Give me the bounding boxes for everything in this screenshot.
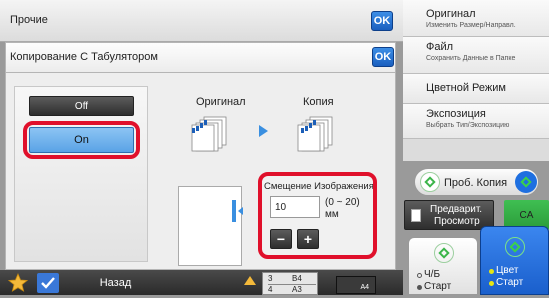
exposure-main: Экспозиция bbox=[426, 108, 486, 120]
preview-button[interactable]: Предварит. Просмотр bbox=[404, 200, 494, 230]
copy-stack-icon bbox=[292, 113, 344, 153]
off-button[interactable]: Off bbox=[29, 96, 134, 116]
exposure-sub: Выбрать Тип/Экспозицию bbox=[426, 122, 510, 129]
preview-line2: Просмотр bbox=[434, 216, 480, 227]
tray-number: 3 bbox=[268, 274, 273, 283]
proof-copy-label: Проб. Копия bbox=[444, 177, 508, 189]
original-stack-icon bbox=[186, 113, 238, 153]
file-sub: Сохранить Данные в Папке bbox=[426, 55, 516, 62]
right-item-original[interactable]: Оригинал Изменить Размер/Направл. bbox=[403, 0, 549, 37]
preview-icon bbox=[411, 209, 421, 222]
shift-margin-icon bbox=[232, 200, 244, 222]
shift-highlight-frame bbox=[258, 172, 377, 259]
shift-preview-page bbox=[178, 186, 242, 266]
proof-copy-button[interactable]: Проб. Копия bbox=[414, 168, 539, 196]
paper-size-label: A4 bbox=[360, 284, 369, 291]
top-title-bar: Прочие bbox=[0, 0, 403, 42]
preview-line1: Предварит. bbox=[430, 204, 483, 215]
bw-dot2-icon bbox=[417, 285, 422, 290]
color-line2: Старт bbox=[496, 277, 524, 288]
off-label: Off bbox=[74, 100, 89, 112]
tray-size: B4 bbox=[292, 274, 302, 283]
dialog-ok-button[interactable]: OK bbox=[372, 47, 394, 67]
right-item-color-mode[interactable]: Цветной Режим bbox=[403, 74, 549, 104]
proof-copy-color-icon bbox=[515, 171, 537, 193]
bw-dot-icon bbox=[417, 273, 422, 278]
right-item-exposure[interactable]: Экспозиция Выбрать Тип/Экспозицию bbox=[403, 104, 549, 139]
bw-line2: Старт bbox=[424, 281, 452, 292]
copy-label: Копия bbox=[303, 96, 334, 108]
favorite-star-icon[interactable] bbox=[7, 272, 29, 293]
original-label: Оригинал bbox=[196, 96, 246, 108]
color-mode-main: Цветной Режим bbox=[426, 82, 506, 94]
top-ok-button[interactable]: OK bbox=[371, 11, 393, 31]
tray-row: 4 A3 bbox=[268, 284, 316, 294]
bw-start-icon bbox=[434, 243, 454, 263]
proof-copy-start-icon bbox=[420, 172, 440, 192]
color-start-icon bbox=[505, 237, 525, 257]
page-title: Прочие bbox=[10, 14, 48, 26]
dialog-header: Копирование С Табулятором bbox=[5, 42, 396, 72]
color-line1: Цвет bbox=[496, 265, 519, 276]
checkmark-icon[interactable] bbox=[37, 273, 59, 293]
tray-row: 3 B4 bbox=[268, 274, 316, 283]
tray-list: 3 B4 4 A3 bbox=[262, 272, 318, 295]
file-main: Файл bbox=[426, 41, 454, 53]
back-label: Назад bbox=[99, 277, 132, 289]
bw-start-button[interactable]: Ч/Б Старт bbox=[408, 237, 478, 295]
dialog-title: Копирование С Табулятором bbox=[10, 51, 158, 63]
bw-line1: Ч/Б bbox=[424, 269, 441, 280]
color-dot2-icon bbox=[489, 281, 494, 286]
original-sub: Изменить Размер/Направл. bbox=[426, 22, 516, 29]
arrow-right-icon bbox=[259, 125, 268, 137]
tray-number: 4 bbox=[268, 285, 273, 294]
color-start-button[interactable]: Цвет Старт bbox=[480, 226, 549, 295]
arrow-up-icon[interactable] bbox=[244, 276, 256, 285]
on-highlight-frame bbox=[23, 121, 140, 159]
ca-label: CA bbox=[519, 209, 534, 221]
paper-size-indicator: A4 bbox=[336, 276, 376, 294]
right-panel-filler bbox=[403, 139, 549, 161]
original-main: Оригинал bbox=[426, 8, 476, 20]
back-button[interactable]: Назад bbox=[68, 272, 163, 294]
right-item-file[interactable]: Файл Сохранить Данные в Папке bbox=[403, 37, 549, 74]
color-dot-icon bbox=[489, 269, 494, 274]
tray-size: A3 bbox=[292, 285, 302, 294]
